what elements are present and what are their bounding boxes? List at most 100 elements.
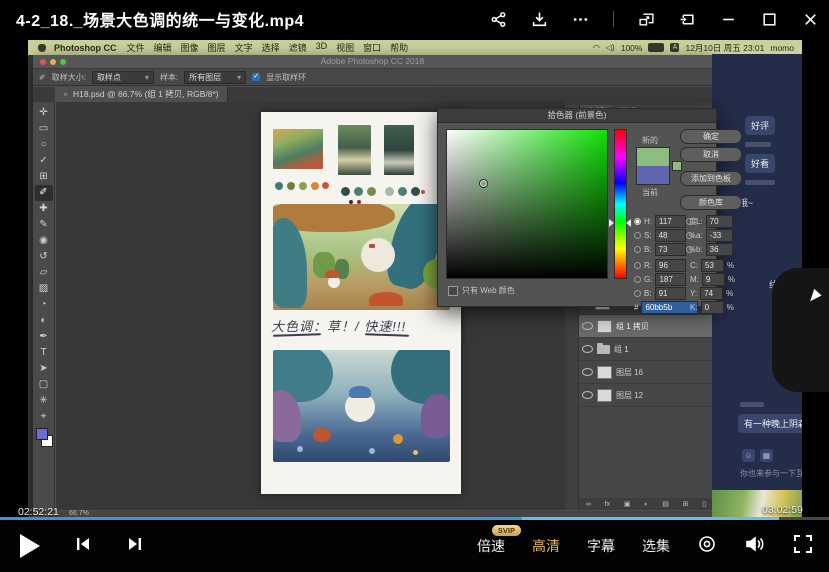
layer-name[interactable]: 组 1 拷贝 <box>616 321 649 332</box>
zoom-tool-icon[interactable]: ⌖ <box>35 409 53 425</box>
emoji-picker-icon[interactable]: ☺ <box>742 449 755 462</box>
pen-tool-icon[interactable]: ✒ <box>35 329 53 345</box>
cancel-button[interactable]: 取消 <box>680 147 742 162</box>
layer-row[interactable]: 图层 12 <box>579 384 713 407</box>
layer-mask-icon[interactable]: ▣ <box>624 500 631 508</box>
layer-visibility-icon[interactable] <box>582 391 593 399</box>
minimize-icon[interactable] <box>720 11 737 28</box>
download-icon[interactable] <box>531 11 548 28</box>
shape-tool-icon[interactable]: ▢ <box>35 377 53 393</box>
menubar-user[interactable]: momo <box>770 43 794 53</box>
play-button[interactable] <box>20 534 40 558</box>
document-tab[interactable]: ×H18.psd @ 66.7% (组 1 拷贝, RGB/8*) <box>55 87 228 102</box>
layer-row[interactable]: 组 1 <box>579 338 713 361</box>
saturation-brightness-field[interactable] <box>446 129 608 279</box>
quick-select-tool-icon[interactable]: ✓ <box>35 153 53 169</box>
sample-size-dropdown[interactable]: 取样点▾ <box>92 71 154 84</box>
color-picker-title[interactable]: 拾色器 (前景色) <box>438 109 716 123</box>
layer-row[interactable]: 组 1 拷贝 <box>579 315 713 338</box>
layer-row[interactable]: 图层 16 <box>579 361 713 384</box>
menubar-item-编辑[interactable]: 编辑 <box>154 41 172 54</box>
wifi-icon[interactable]: ◠ <box>593 43 600 52</box>
zoom-traffic-light[interactable] <box>60 59 66 65</box>
more-icon[interactable] <box>572 11 589 28</box>
history-brush-tool-icon[interactable]: ↺ <box>35 249 53 265</box>
layer-name[interactable]: 图层 12 <box>616 390 643 401</box>
layer-effects-icon[interactable]: fx <box>605 501 610 508</box>
path-select-tool-icon[interactable]: ➤ <box>35 361 53 377</box>
lab-b-field[interactable]: 36 <box>706 243 733 256</box>
menubar-item-窗口[interactable]: 窗口 <box>363 41 381 54</box>
delete-layer-icon[interactable]: ▯ <box>702 500 706 508</box>
hue-slider-arrow-left[interactable] <box>609 219 614 227</box>
r-field[interactable]: 96 <box>655 259 686 272</box>
picture-in-picture-icon[interactable] <box>638 11 655 28</box>
menubar-item-滤镜[interactable]: 滤镜 <box>289 41 307 54</box>
eraser-tool-icon[interactable]: ▱ <box>35 265 53 281</box>
tab-close-icon[interactable]: × <box>63 89 68 99</box>
l-field[interactable]: 70 <box>706 215 733 228</box>
new-group-icon[interactable]: ▤ <box>662 500 669 508</box>
h-radio[interactable] <box>634 218 641 225</box>
menubar-item-视图[interactable]: 视图 <box>336 41 354 54</box>
minimize-traffic-light[interactable] <box>50 59 56 65</box>
maximize-icon[interactable] <box>761 11 778 28</box>
menubar-item-图像[interactable]: 图像 <box>181 41 199 54</box>
subtitle-button[interactable]: 字幕 <box>587 536 615 556</box>
y-field[interactable]: 74 <box>700 287 723 300</box>
color-libraries-button[interactable]: 颜色库 <box>680 195 742 210</box>
dock-to-side-icon[interactable] <box>679 11 696 28</box>
b-blue-radio[interactable] <box>634 290 641 297</box>
s-radio[interactable] <box>634 232 641 239</box>
r-radio[interactable] <box>634 262 641 269</box>
layer-thumbnail[interactable] <box>597 320 612 333</box>
layer-name[interactable]: 图层 16 <box>616 367 643 378</box>
menubar-item-文字[interactable]: 文字 <box>235 41 253 54</box>
ok-button[interactable]: 确定 <box>680 129 742 144</box>
move-tool-icon[interactable]: ✛ <box>35 105 53 121</box>
a-radio[interactable] <box>686 232 693 239</box>
hue-slider-arrow-right[interactable] <box>626 219 631 227</box>
quality-button[interactable]: 高清 <box>532 536 560 556</box>
menubar-item-图层[interactable]: 图层 <box>208 41 226 54</box>
a-field[interactable]: -33 <box>706 229 733 242</box>
volume-button[interactable] <box>744 534 766 559</box>
dodge-tool-icon[interactable]: ◐ <box>35 313 53 329</box>
marquee-tool-icon[interactable]: ▭ <box>35 121 53 137</box>
menubar-item-文件[interactable]: 文件 <box>127 41 145 54</box>
link-layers-icon[interactable]: ∞ <box>586 501 591 508</box>
crop-tool-icon[interactable]: ⊞ <box>35 169 53 185</box>
g-field[interactable]: 187 <box>655 273 686 286</box>
apple-menu-icon[interactable] <box>38 44 46 52</box>
layer-thumbnail[interactable] <box>597 389 612 402</box>
input-method-badge[interactable]: A <box>670 43 679 52</box>
new-layer-icon[interactable]: ⊞ <box>683 500 689 508</box>
color-sample-marker[interactable] <box>479 179 488 188</box>
close-traffic-light[interactable] <box>40 59 46 65</box>
layer-visibility-icon[interactable] <box>582 322 593 330</box>
blur-tool-icon[interactable]: ◔ <box>35 297 53 313</box>
web-only-checkbox[interactable] <box>448 286 458 296</box>
hue-slider[interactable] <box>614 129 627 279</box>
l-radio[interactable] <box>686 218 693 225</box>
side-handle-pill[interactable] <box>772 268 829 392</box>
lab-b-radio[interactable] <box>686 246 693 253</box>
b-field[interactable]: 73 <box>655 243 686 256</box>
eyedropper-tool-icon[interactable]: ✐ <box>35 185 53 201</box>
menubar-item-3D[interactable]: 3D <box>316 41 328 54</box>
zoom-level[interactable]: 66.7% <box>69 510 89 517</box>
h-field[interactable]: 117 <box>655 215 686 228</box>
next-button[interactable] <box>126 535 144 558</box>
type-tool-icon[interactable]: T <box>35 345 53 361</box>
clone-stamp-tool-icon[interactable]: ◉ <box>35 233 53 249</box>
layer-visibility-icon[interactable] <box>582 345 593 353</box>
cast-icon[interactable] <box>697 534 717 559</box>
volume-icon[interactable]: ◁) <box>606 43 615 52</box>
layer-thumbnail[interactable] <box>597 345 610 354</box>
k-field[interactable]: 0 <box>701 301 724 314</box>
previous-button[interactable] <box>74 535 92 558</box>
healing-tool-icon[interactable]: ✚ <box>35 201 53 217</box>
gradient-tool-icon[interactable]: ▨ <box>35 281 53 297</box>
image-upload-icon[interactable]: ▦ <box>760 449 773 462</box>
layer-visibility-icon[interactable] <box>582 368 593 376</box>
